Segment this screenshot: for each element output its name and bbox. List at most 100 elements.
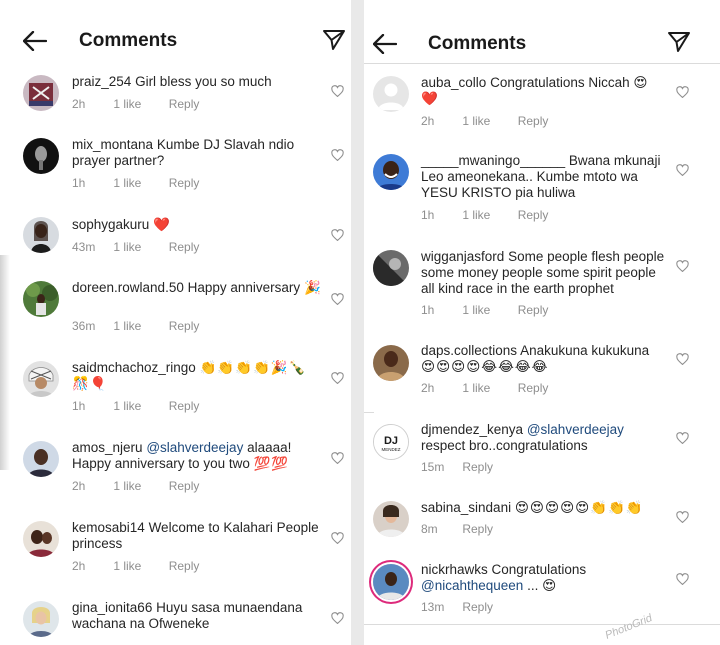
comment-username[interactable]: djmendez_kenya [421, 422, 523, 437]
reply-button[interactable]: Reply [518, 114, 549, 128]
reply-button[interactable]: Reply [462, 460, 493, 474]
comment-likes[interactable]: 1 like [113, 319, 165, 333]
reply-button[interactable]: Reply [462, 600, 493, 614]
avatar[interactable] [373, 501, 409, 537]
comment-mention[interactable]: @slahverdeejay [146, 440, 243, 455]
comment-meta: 15m Reply [421, 460, 493, 474]
heart-outline-icon[interactable] [331, 612, 344, 624]
comment-item: sabina_sindani 😍😍😍😍😍👏👏👏 8m Reply [364, 497, 720, 547]
comment-emoji: 💯💯 [253, 456, 290, 472]
comment-likes[interactable]: 1 like [113, 559, 165, 573]
comment-likes[interactable]: 1 like [113, 97, 165, 111]
avatar[interactable] [23, 138, 59, 174]
avatar[interactable]: DJ MENDEZ [373, 424, 409, 460]
reply-button[interactable]: Reply [518, 381, 549, 395]
comment-likes[interactable]: 1 like [113, 399, 165, 413]
comment-time: 13m [421, 600, 445, 614]
left-header: Comments [0, 0, 351, 60]
comment-text: daps.collections Anakukuna kukukuna 😍😍😍😍… [421, 343, 666, 375]
comment-mention[interactable]: @slahverdeejay [527, 422, 624, 437]
comment-username[interactable]: nickrhawks [421, 562, 488, 577]
comment-item: daps.collections Anakukuna kukukuna 😍😍😍😍… [364, 341, 720, 401]
comment-likes[interactable]: 1 like [113, 240, 165, 254]
avatar[interactable] [23, 361, 59, 397]
comment-likes[interactable]: 1 like [113, 176, 165, 190]
comment-time: 2h [421, 381, 435, 395]
comment-time: 1h [72, 399, 86, 413]
reply-button[interactable]: Reply [169, 559, 200, 573]
comment-username[interactable]: mix_montana [72, 137, 153, 152]
avatar[interactable] [373, 564, 409, 600]
comment-username[interactable]: praiz_254 [72, 74, 131, 89]
avatar[interactable] [23, 441, 59, 477]
reply-button[interactable]: Reply [169, 240, 200, 254]
send-icon[interactable] [667, 30, 691, 54]
comment-time: 1h [72, 176, 86, 190]
comment-username[interactable]: kemosabi14 [72, 520, 145, 535]
avatar[interactable] [373, 345, 409, 381]
comment-text: doreen.rowland.50 Happy anniversary 🎉 [72, 280, 322, 296]
comment-username[interactable]: amos_njeru [72, 440, 143, 455]
reply-button[interactable]: Reply [518, 208, 549, 222]
comment-time: 1h [421, 303, 435, 317]
comment-likes[interactable]: 1 like [462, 303, 514, 317]
heart-outline-icon[interactable] [331, 532, 344, 544]
heart-outline-icon[interactable] [676, 432, 689, 444]
heart-outline-icon[interactable] [331, 85, 344, 97]
avatar[interactable] [23, 601, 59, 637]
heart-outline-icon[interactable] [331, 229, 344, 241]
reply-button[interactable]: Reply [518, 303, 549, 317]
heart-outline-icon[interactable] [331, 293, 344, 305]
comment-username[interactable]: wigganjasford [421, 249, 504, 264]
comment-emoji: 😍😍😍😍😂😂😂😂 [421, 359, 549, 375]
comment-text: auba_collo Congratulations Niccah 😍❤️ [421, 75, 661, 107]
avatar[interactable] [373, 76, 409, 112]
reply-button[interactable]: Reply [169, 399, 200, 413]
comment-username[interactable]: saidmchachoz_ringo [72, 360, 196, 375]
heart-emoji: ❤️ [153, 217, 171, 233]
heart-outline-icon[interactable] [331, 372, 344, 384]
avatar[interactable] [23, 281, 59, 317]
comment-meta: 1h 1 like Reply [72, 399, 199, 413]
back-arrow-icon[interactable] [373, 34, 397, 54]
back-arrow-icon[interactable] [23, 31, 47, 51]
send-icon[interactable] [322, 28, 346, 52]
avatar[interactable] [373, 250, 409, 286]
heart-outline-icon[interactable] [331, 452, 344, 464]
reply-button[interactable]: Reply [169, 319, 200, 333]
reply-button[interactable]: Reply [169, 97, 200, 111]
comment-likes[interactable]: 1 like [462, 381, 514, 395]
heart-outline-icon[interactable] [676, 511, 689, 523]
avatar[interactable] [23, 217, 59, 253]
left-comments-panel: Comments praiz_254 Girl bless you so muc… [0, 0, 351, 645]
comment-username[interactable]: doreen.rowland.50 [72, 280, 184, 295]
right-header: Comments [364, 0, 720, 60]
comment-username[interactable]: sabina_sindani [421, 500, 511, 515]
comment-username[interactable]: _____mwaningo______ [421, 153, 565, 168]
avatar[interactable] [23, 521, 59, 557]
comment-item: praiz_254 Girl bless you so much 2h 1 li… [0, 70, 351, 120]
comment-time: 43m [72, 240, 96, 254]
heart-outline-icon[interactable] [676, 353, 689, 365]
comment-likes[interactable]: 1 like [113, 479, 165, 493]
comment-username[interactable]: sophygakuru [72, 217, 149, 232]
comment-item: doreen.rowland.50 Happy anniversary 🎉 36… [0, 276, 351, 336]
comment-emoji: 😍😍😍😍😍👏👏👏 [514, 500, 644, 516]
heart-outline-icon[interactable] [676, 86, 689, 98]
heart-outline-icon[interactable] [676, 260, 689, 272]
comment-text: mix_montana Kumbe DJ Slavah ndio prayer … [72, 137, 320, 169]
comment-username[interactable]: daps.collections [421, 343, 517, 358]
heart-outline-icon[interactable] [676, 164, 689, 176]
avatar[interactable] [373, 154, 409, 190]
comment-username[interactable]: auba_collo [421, 75, 486, 90]
reply-button[interactable]: Reply [169, 176, 200, 190]
avatar[interactable] [23, 75, 59, 111]
reply-button[interactable]: Reply [462, 522, 493, 536]
comment-likes[interactable]: 1 like [462, 114, 514, 128]
reply-button[interactable]: Reply [169, 479, 200, 493]
comment-mention[interactable]: @nicahthequeen [421, 578, 523, 593]
heart-outline-icon[interactable] [676, 573, 689, 585]
comment-likes[interactable]: 1 like [462, 208, 514, 222]
heart-outline-icon[interactable] [331, 149, 344, 161]
comment-username[interactable]: gina_ionita66 [72, 600, 152, 615]
